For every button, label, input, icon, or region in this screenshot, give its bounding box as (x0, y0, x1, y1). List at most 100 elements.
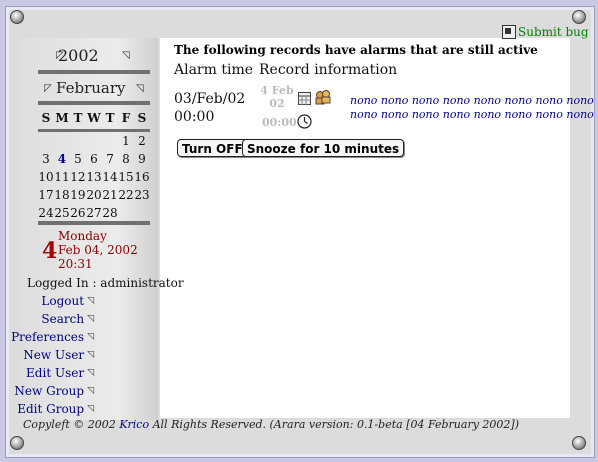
weekday-label: T (105, 111, 115, 125)
nav-logout[interactable]: Logout ◹ (41, 294, 94, 308)
record-date-line: 02 (269, 97, 285, 110)
flag-icon: ◹ (87, 296, 94, 306)
calendar-day[interactable]: 18 (54, 186, 70, 204)
alarm-date: 03/Feb/02 (174, 91, 246, 107)
screw-bottom-left (10, 436, 24, 450)
calendar-day[interactable]: 28 (102, 204, 118, 222)
alarm-time-cell: 03/Feb/02 00:00 (174, 90, 245, 126)
next-month-arrow-icon[interactable]: ◹ (136, 83, 144, 94)
calendar-day-today[interactable]: 4 (54, 150, 70, 168)
alarm-heading: The following records have alarms that a… (174, 43, 538, 57)
calendar-week: 10 11 12 13 14 15 16 (38, 168, 150, 186)
calendar-day[interactable]: 9 (134, 150, 150, 168)
submit-bug-link[interactable]: Submit bug (502, 25, 589, 39)
calendar-week: 1 2 (38, 132, 150, 150)
bug-icon (502, 25, 516, 39)
calendar-day[interactable]: 16 (134, 168, 150, 186)
calendar-icon[interactable] (298, 92, 311, 105)
flag-icon: ◹ (87, 404, 94, 414)
screw-bottom-right (572, 436, 586, 450)
calendar-day[interactable]: 15 (118, 168, 134, 186)
weekday-label: T (73, 111, 83, 125)
calendar-day[interactable] (86, 132, 102, 150)
calendar-grid: S M T W T F S 1 2 3 4 5 6 7 8 9 10 11 12… (38, 108, 150, 222)
today-weekday: Monday (58, 229, 107, 243)
calendar-day[interactable]: 6 (86, 150, 102, 168)
calendar-day[interactable]: 5 (70, 150, 86, 168)
screw-top-left (10, 10, 24, 24)
flag-icon: ◹ (87, 386, 94, 396)
calendar-week: 3 4 5 6 7 8 9 (38, 150, 150, 168)
calendar-day[interactable]: 14 (102, 168, 118, 186)
weekday-label: M (55, 111, 69, 125)
nav-label: Edit Group (17, 402, 85, 416)
weekday-label: F (121, 111, 131, 125)
nav-label: Preferences (11, 330, 85, 344)
calendar-day[interactable]: 3 (38, 150, 54, 168)
calendar-day[interactable]: 19 (70, 186, 86, 204)
calendar-day[interactable] (38, 132, 54, 150)
record-info-line[interactable]: nono nono nono nono nono nono nono nono (350, 94, 594, 107)
clock-icon (297, 114, 312, 129)
calendar-day[interactable]: 17 (38, 186, 54, 204)
flag-icon: ◹ (87, 368, 94, 378)
divider (38, 101, 150, 105)
calendar-day[interactable]: 11 (54, 168, 70, 186)
nav-label: New User (23, 348, 85, 362)
column-header-record-info: Record information (259, 62, 398, 78)
footer-suffix: All Rights Reserved. (Arara version: 0.1… (149, 418, 519, 431)
flag-icon: ◹ (87, 350, 94, 360)
nav-new-user[interactable]: New User ◹ (23, 348, 94, 362)
calendar-day[interactable]: 7 (102, 150, 118, 168)
record-time: 00:00 (262, 116, 297, 129)
record-info-line[interactable]: nono nono nono nono nono nono nono nono (350, 108, 594, 121)
calendar-week: 17 18 19 20 21 22 23 (38, 186, 150, 204)
calendar-day[interactable]: 22 (118, 186, 134, 204)
prev-month-arrow-icon[interactable]: ◸ (44, 83, 52, 94)
nav-search[interactable]: Search ◹ (41, 312, 94, 326)
column-header-alarm-time: Alarm time (174, 62, 254, 78)
nav-edit-user[interactable]: Edit User ◹ (26, 366, 94, 380)
snooze-button[interactable]: Snooze for 10 minutes (242, 139, 405, 157)
weekday-label: W (87, 111, 101, 125)
calendar-weekday-row: S M T W T F S (38, 108, 150, 128)
nav-label: New Group (14, 384, 85, 398)
calendar-day[interactable]: 13 (86, 168, 102, 186)
next-year-arrow-icon[interactable]: ◹ (122, 50, 130, 61)
calendar-day[interactable]: 21 (102, 186, 118, 204)
calendar-day[interactable] (102, 132, 118, 150)
record-date: 4 Feb 02 (260, 84, 294, 110)
calendar-day[interactable]: 25 (54, 204, 70, 222)
today-day-number: 4 (42, 238, 58, 264)
divider (38, 70, 150, 74)
footer-copyright: Copyleft © 2002 Krico All Rights Reserve… (23, 418, 519, 431)
weekday-label: S (41, 111, 51, 125)
calendar-day[interactable]: 27 (86, 204, 102, 222)
calendar-day[interactable] (118, 204, 134, 222)
calendar-day[interactable]: 8 (118, 150, 134, 168)
calendar-day[interactable]: 20 (86, 186, 102, 204)
turn-off-button[interactable]: Turn OFF (177, 139, 248, 157)
screw-top-right (572, 10, 586, 24)
calendar-day[interactable]: 23 (134, 186, 150, 204)
footer-prefix: Copyleft © 2002 (23, 418, 120, 431)
calendar-day[interactable] (54, 132, 70, 150)
calendar-week: 24 25 26 27 28 (38, 204, 150, 222)
weekday-label: S (137, 111, 147, 125)
nav-new-group[interactable]: New Group ◹ (14, 384, 94, 398)
calendar-day[interactable] (70, 132, 86, 150)
footer-brand-link[interactable]: Krico (119, 418, 149, 431)
calendar-day[interactable]: 24 (38, 204, 54, 222)
today-date: Feb 04, 2002 (58, 243, 138, 257)
calendar-day[interactable]: 1 (118, 132, 134, 150)
calendar-year: 2002 (58, 46, 99, 65)
calendar-day[interactable] (134, 204, 150, 222)
nav-edit-group[interactable]: Edit Group ◹ (17, 402, 94, 416)
alarm-time: 00:00 (174, 109, 215, 125)
calendar-day[interactable]: 12 (70, 168, 86, 186)
users-icon[interactable] (315, 90, 331, 105)
calendar-day[interactable]: 10 (38, 168, 54, 186)
calendar-day[interactable]: 26 (70, 204, 86, 222)
calendar-day[interactable]: 2 (134, 132, 150, 150)
nav-preferences[interactable]: Preferences ◹ (11, 330, 94, 344)
